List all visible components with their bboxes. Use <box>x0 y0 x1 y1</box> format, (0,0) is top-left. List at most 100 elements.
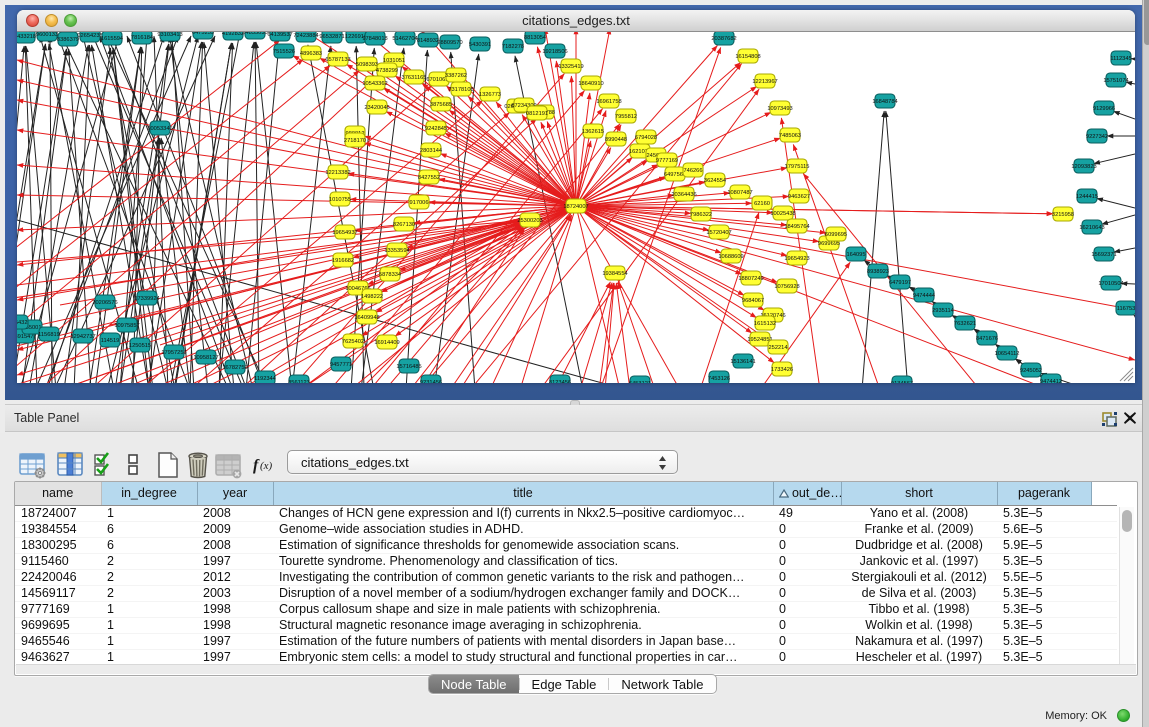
svg-text:72423884: 72423884 <box>293 33 318 39</box>
svg-text:93103413: 93103413 <box>157 32 182 38</box>
svg-text:5098393: 5098393 <box>356 62 378 68</box>
svg-text:7182278: 7182278 <box>502 44 524 50</box>
svg-text:3387262: 3387262 <box>445 73 467 79</box>
svg-text:6453121: 6453121 <box>629 381 651 383</box>
svg-text:7515526: 7515526 <box>273 49 295 55</box>
svg-text:16961758: 16961758 <box>596 99 621 105</box>
svg-text:10025438: 10025438 <box>770 211 795 217</box>
svg-text:12093823: 12093823 <box>1071 164 1096 170</box>
svg-text:7816184: 7816184 <box>131 35 153 41</box>
svg-text:9231456: 9231456 <box>420 380 442 383</box>
svg-text:19384554: 19384554 <box>602 271 627 277</box>
svg-text:96532871: 96532871 <box>319 34 344 40</box>
svg-text:2803144: 2803144 <box>420 148 442 154</box>
svg-text:20387682: 20387682 <box>711 36 736 42</box>
svg-text:28809570: 28809570 <box>437 40 462 46</box>
svg-text:1010755: 1010755 <box>329 197 351 203</box>
svg-text:765432: 765432 <box>17 320 27 326</box>
svg-text:3875685: 3875685 <box>430 102 452 108</box>
svg-text:62160: 62160 <box>754 201 770 207</box>
svg-text:23420046: 23420046 <box>364 105 389 111</box>
svg-text:1733426: 1733426 <box>771 367 793 373</box>
svg-text:12942737: 12942737 <box>70 334 95 340</box>
svg-text:1498222: 1498222 <box>361 294 383 300</box>
svg-text:10807487: 10807487 <box>727 190 752 196</box>
svg-text:8813054: 8813054 <box>524 35 546 41</box>
svg-text:7625402: 7625402 <box>342 339 364 345</box>
svg-text:8148932: 8148932 <box>417 38 439 44</box>
svg-text:9684067: 9684067 <box>742 298 764 304</box>
svg-text:25300203: 25300203 <box>517 218 542 224</box>
svg-text:16409948: 16409948 <box>354 315 379 321</box>
svg-text:19654937: 19654937 <box>332 230 357 236</box>
svg-text:7485063: 7485063 <box>779 133 801 139</box>
svg-text:8267130: 8267130 <box>393 222 415 228</box>
svg-text:5430391: 5430391 <box>469 42 491 48</box>
svg-text:1156819: 1156819 <box>38 332 60 338</box>
svg-text:6479197: 6479197 <box>889 280 911 286</box>
svg-text:16914409: 16914409 <box>374 340 399 346</box>
svg-text:10688609: 10688609 <box>718 254 743 260</box>
svg-text:0812191: 0812191 <box>526 111 548 117</box>
svg-text:20053346: 20053346 <box>147 126 172 132</box>
svg-text:15692371: 15692371 <box>1091 252 1116 258</box>
svg-text:15751074: 15751074 <box>1103 78 1128 84</box>
svg-text:8123456: 8123456 <box>549 380 571 383</box>
svg-text:8990448: 8990448 <box>605 137 627 143</box>
svg-text:9699695: 9699695 <box>818 241 840 247</box>
svg-text:16848784: 16848784 <box>872 99 897 105</box>
svg-text:8938923: 8938923 <box>867 269 889 275</box>
svg-text:16210643: 16210643 <box>1079 225 1104 231</box>
svg-text:20206576: 20206576 <box>92 300 117 306</box>
svg-text:9777169: 9777169 <box>656 158 678 164</box>
svg-text:9474412: 9474412 <box>1040 379 1062 383</box>
svg-text:7632621: 7632621 <box>954 321 976 327</box>
svg-text:6099695: 6099695 <box>825 232 847 238</box>
svg-text:8561123: 8561123 <box>288 380 310 383</box>
svg-text:64835030: 64835030 <box>242 32 267 36</box>
svg-text:12213382: 12213382 <box>325 170 350 176</box>
svg-text:6794028: 6794028 <box>635 135 657 141</box>
svg-text:164095: 164095 <box>847 252 866 258</box>
svg-text:0433218: 0433218 <box>17 34 36 40</box>
svg-text:15716485: 15716485 <box>396 364 421 370</box>
svg-text:13325419: 13325419 <box>558 64 583 70</box>
svg-text:20364436: 20364436 <box>671 192 696 198</box>
svg-text:8471676: 8471676 <box>976 336 998 342</box>
svg-text:252214: 252214 <box>769 345 788 351</box>
svg-text:1615594: 1615594 <box>101 36 123 42</box>
svg-text:97848018: 97848018 <box>362 36 387 42</box>
svg-text:19218506: 19218506 <box>542 49 567 55</box>
svg-text:65787133: 65787133 <box>325 57 350 63</box>
svg-text:10973493: 10973493 <box>767 106 792 112</box>
svg-text:8427552: 8427552 <box>418 175 440 181</box>
svg-text:15720407: 15720407 <box>706 230 731 236</box>
svg-text:1362615: 1362615 <box>582 129 604 135</box>
svg-text:114519: 114519 <box>101 338 120 344</box>
svg-text:746266: 746266 <box>684 168 703 174</box>
svg-text:10756928: 10756928 <box>774 284 799 290</box>
svg-text:(x): (x) <box>260 460 273 472</box>
svg-text:13353594: 13353594 <box>384 248 409 254</box>
svg-text:16782759: 16782759 <box>222 365 247 371</box>
svg-text:10543362: 10543362 <box>362 81 387 87</box>
svg-text:2718170: 2718170 <box>344 138 366 144</box>
svg-text:f: f <box>253 457 260 474</box>
svg-text:4896383: 4896383 <box>300 51 322 57</box>
svg-text:17010504: 17010504 <box>1098 281 1123 287</box>
svg-text:9134567: 9134567 <box>891 381 913 383</box>
svg-text:73178108: 73178108 <box>448 87 473 93</box>
svg-text:1112345: 1112345 <box>1110 56 1131 62</box>
svg-text:17975115: 17975115 <box>785 164 810 170</box>
svg-text:10958127: 10958127 <box>193 355 218 361</box>
svg-text:8386379: 8386379 <box>57 37 79 43</box>
svg-text:10975857: 10975857 <box>114 323 139 329</box>
svg-text:1326773: 1326773 <box>479 92 501 98</box>
svg-text:12213967: 12213967 <box>752 79 777 85</box>
svg-text:1615132: 1615132 <box>754 321 776 327</box>
svg-text:15136141: 15136141 <box>730 359 755 365</box>
svg-text:18724007: 18724007 <box>563 204 588 210</box>
svg-text:6475255: 6475255 <box>192 32 214 36</box>
svg-text:391547: 391547 <box>17 334 33 340</box>
svg-text:9474444: 9474444 <box>913 293 935 299</box>
